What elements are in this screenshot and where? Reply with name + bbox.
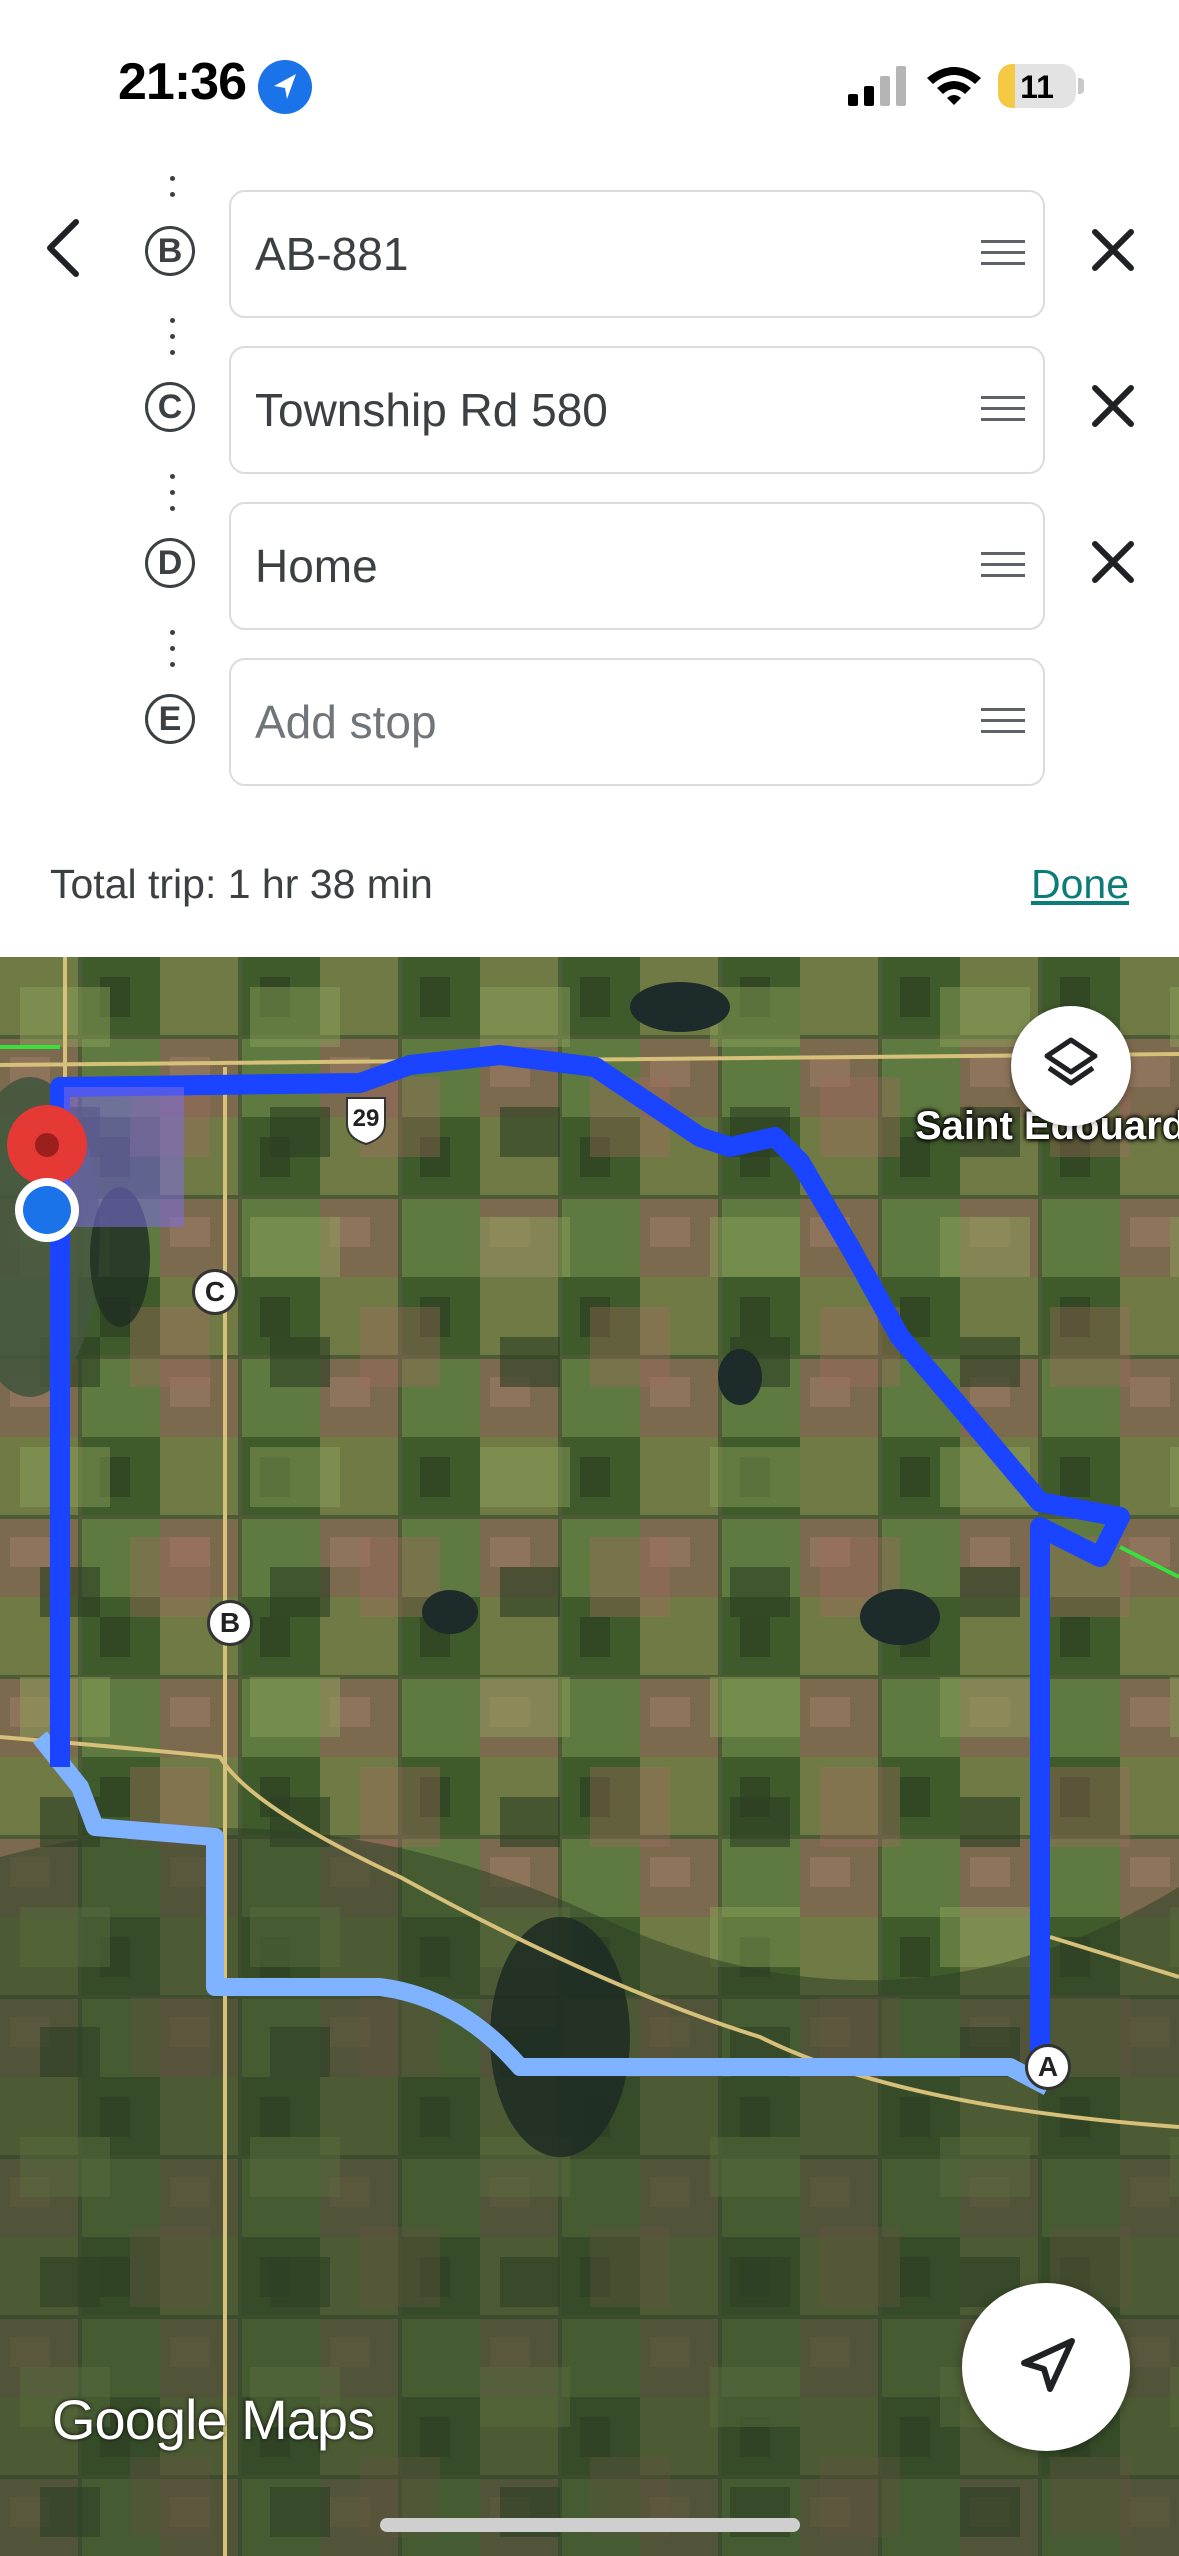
location-services-icon (258, 60, 312, 114)
battery-icon: 11 (998, 64, 1076, 108)
waypoint-marker-c[interactable]: C (192, 1269, 238, 1315)
google-maps-watermark: Google Maps (52, 2388, 375, 2451)
total-trip-time: Total trip: 1 hr 38 min (50, 861, 433, 907)
layers-icon (1044, 1037, 1098, 1086)
map-layers-button[interactable] (1011, 1006, 1131, 1126)
remove-stop-c-button[interactable] (1085, 378, 1141, 434)
wifi-icon (927, 67, 981, 105)
close-icon (1092, 541, 1134, 583)
stop-row-c: C Township Rd 580 (0, 346, 1179, 476)
battery-level: 11 (1020, 69, 1054, 105)
drag-handle-icon[interactable] (981, 396, 1025, 422)
stop-row-b: B AB-881 (0, 190, 1179, 320)
remove-stop-b-button[interactable] (1085, 222, 1141, 278)
trip-summary-bar: Total trip: 1 hr 38 min Done (0, 825, 1179, 955)
stop-letter-c: C (145, 382, 195, 432)
stop-input-c[interactable]: Township Rd 580 (229, 346, 1045, 474)
remove-stop-d-button[interactable] (1085, 534, 1141, 590)
stop-letter-e: E (145, 694, 195, 744)
navigation-arrow-icon (1021, 2338, 1075, 2392)
stop-row-d: D Home (0, 502, 1179, 632)
waypoint-marker-b[interactable]: B (207, 1600, 253, 1646)
stop-letter-d: D (145, 538, 195, 588)
done-button[interactable]: Done (1031, 861, 1129, 908)
stop-letter-b: B (145, 226, 195, 276)
drag-handle-icon[interactable] (981, 240, 1025, 266)
status-time: 21:36 (118, 53, 247, 111)
close-icon (1092, 229, 1134, 271)
add-stop-input[interactable]: Add stop (229, 658, 1045, 786)
stop-row-e: E Add stop (0, 658, 1179, 788)
recenter-button[interactable] (962, 2283, 1130, 2451)
waypoint-marker-a[interactable]: A (1025, 2044, 1071, 2090)
stop-input-d[interactable]: Home (229, 502, 1045, 630)
status-bar: 21:36 11 (0, 0, 1179, 170)
drag-handle-icon[interactable] (981, 708, 1025, 734)
close-icon (1092, 385, 1134, 427)
home-indicator[interactable] (380, 2518, 800, 2532)
highway-number: 29 (352, 1105, 380, 1132)
stop-input-b[interactable]: AB-881 (229, 190, 1045, 318)
drag-handle-icon[interactable] (981, 552, 1025, 578)
cellular-signal-icon (848, 66, 906, 106)
